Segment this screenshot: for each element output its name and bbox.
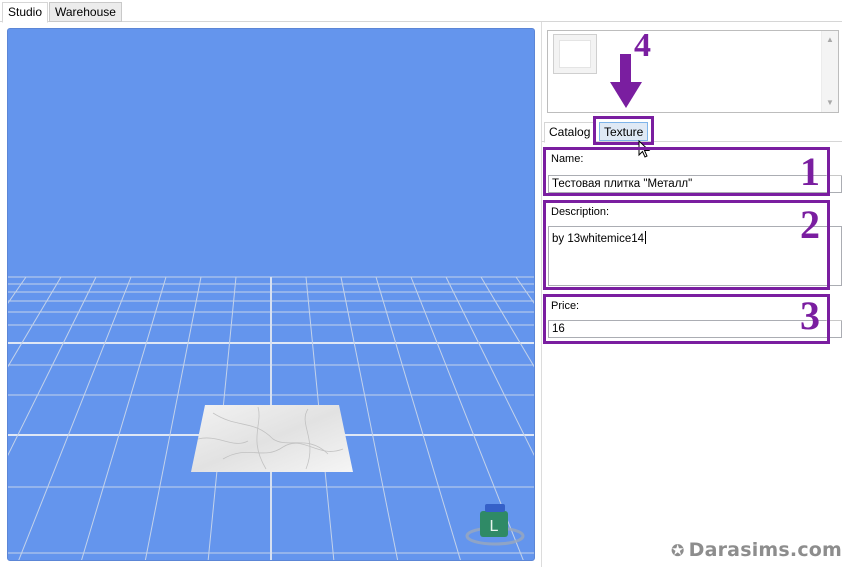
scroll-up-icon[interactable]: ▲ [826, 35, 834, 44]
tab-warehouse[interactable]: Warehouse [49, 2, 122, 22]
annotation-box-name [543, 147, 830, 196]
inner-tab-bar: Catalog Texture [542, 118, 842, 143]
tab-studio[interactable]: Studio [2, 2, 49, 23]
star-icon: ✪ [671, 541, 685, 560]
thumbnail-image [559, 40, 591, 68]
annotation-number-3: 3 [800, 293, 820, 338]
site-watermark: ✪ Darasims.com [671, 539, 842, 561]
scroll-down-icon[interactable]: ▼ [826, 98, 834, 107]
gizmo-label: L [490, 518, 499, 535]
top-tab-bar: Studio Warehouse [0, 0, 842, 23]
preview-scrollbar[interactable]: ▲ ▼ [821, 31, 838, 112]
down-arrow-icon [610, 54, 642, 108]
annotation-box-price [543, 294, 830, 344]
annotation-number-1: 1 [800, 149, 820, 194]
panel-splitter[interactable] [541, 22, 542, 567]
annotation-number-2: 2 [800, 202, 820, 247]
watermark-text: Darasims.com [688, 539, 842, 561]
tab-catalog[interactable]: Catalog [544, 122, 596, 143]
viewport-floor-grid: L [8, 276, 534, 560]
thumbnail-list[interactable]: ▲ ▼ [547, 30, 839, 113]
textured-floor-tile [191, 405, 353, 472]
annotation-box-description [543, 200, 830, 290]
studio-3d-viewport[interactable]: L [7, 28, 535, 561]
thumbnail-item[interactable] [553, 34, 597, 74]
